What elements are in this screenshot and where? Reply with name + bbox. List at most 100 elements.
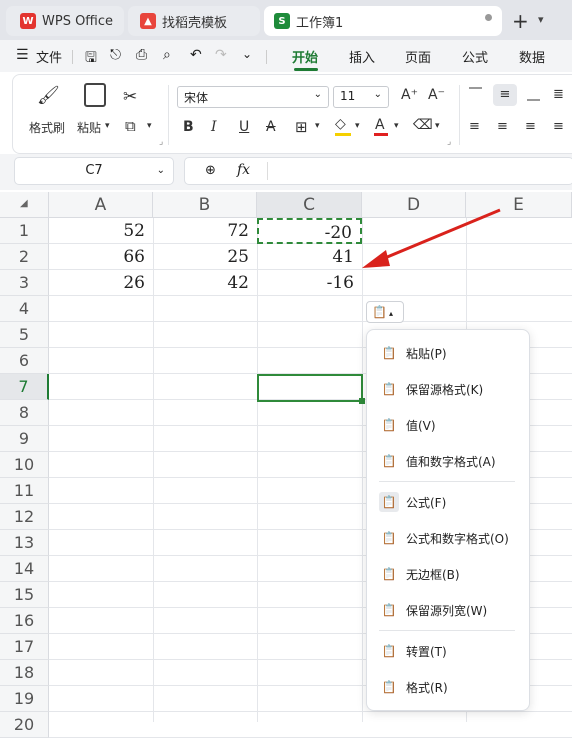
formula-input[interactable]: ⊕ fx [184,157,572,185]
strikethrough-icon[interactable]: A [266,119,276,135]
tab-list-chevron-icon[interactable]: ▾ [538,13,544,26]
tab-docer[interactable]: ▲ 找稻壳模板 [128,6,260,36]
chevron-down-icon: ⌄ [313,89,322,100]
tab-bar: W WPS Office ▲ 找稻壳模板 S 工作簿1 + ▾ [0,0,572,40]
font-color-swatch [374,133,388,136]
arrow-shaft [379,208,501,262]
menu-item-label: 无边框(B) [406,567,460,582]
borders-chevron-icon[interactable]: ▾ [315,121,320,131]
new-tab-plus-icon[interactable]: + [512,9,529,33]
undo-icon[interactable]: ↶ [190,47,202,63]
eraser-chevron-icon[interactable]: ▾ [435,121,440,131]
align-center-icon[interactable]: ≡ [497,119,508,134]
menu-item-label: 公式和数字格式(O) [406,531,509,546]
redo-icon[interactable]: ↷ [215,47,227,63]
paste-formula-icon: 📋 [379,492,399,512]
clipboard-dialog-icon[interactable]: ⌟ [159,137,163,147]
menu-item-values[interactable]: 📋 值(V) [367,410,531,440]
tab-wps-office[interactable]: W WPS Office [6,6,124,36]
tab-workbook[interactable]: S 工作簿1 [264,6,502,36]
print-preview-icon[interactable]: ⌕ [163,47,171,63]
values-number-format-icon: 📋 [381,454,397,468]
menu-separator [379,481,515,482]
menu-item-formula[interactable]: 📋 公式(F) [367,487,531,517]
menu-item-values-number-format[interactable]: 📋 值和数字格式(A) [367,446,531,476]
borders-icon[interactable]: ⊞ [295,118,308,136]
paste-label[interactable]: 粘贴 [77,119,101,136]
menu-item-label: 保留源列宽(W) [406,603,488,618]
justify-icon[interactable]: ≡ [553,119,564,134]
keep-column-width-icon: 📋 [381,603,397,617]
menu-item-format[interactable]: 📋 格式(R) [367,672,531,702]
align-more-icon[interactable]: ≣ [553,87,564,102]
zoom-icon[interactable]: ⊕ [205,163,216,178]
fx-icon[interactable]: fx [237,162,250,178]
menu-item-formula-number-format[interactable]: 📋 公式和数字格式(O) [367,523,531,553]
menu-item-label: 粘贴(P) [406,346,447,361]
bold-icon[interactable]: B [183,119,194,135]
font-color-icon[interactable]: A [375,117,385,133]
eraser-icon[interactable]: ⌫ [413,117,433,133]
copy-icon[interactable]: ⧉ [125,117,136,135]
font-dialog-icon[interactable]: ⌟ [447,137,451,147]
menu-item-keep-column-width[interactable]: 📋 保留源列宽(W) [367,595,531,625]
format-painter-label[interactable]: 格式刷 [29,119,65,136]
paste-icon[interactable] [84,83,106,107]
menu-item-label: 公式(F) [406,495,447,510]
increase-font-icon[interactable]: A⁺ [401,87,418,103]
formula-number-format-icon: 📋 [381,531,397,545]
menu-item-label: 保留源格式(K) [406,382,484,397]
font-size-select[interactable]: 11 ⌄ [333,86,389,108]
menu-item-no-borders[interactable]: 📋 无边框(B) [367,559,531,589]
format-painter-icon[interactable]: 🖌 [37,85,60,106]
font-name-select[interactable]: 宋体 ⌄ [177,86,329,108]
cell-reference: C7 [85,163,103,178]
menu-item-label: 格式(R) [406,680,448,695]
menu-page[interactable]: 页面 [405,47,431,66]
name-box[interactable]: C7 ⌄ [14,157,174,185]
font-size-value: 11 [340,89,356,103]
align-left-icon[interactable]: ≡ [469,119,480,134]
menu-formula[interactable]: 公式 [462,47,488,66]
paste-icon: 📋 [381,346,397,360]
more-chevron-icon[interactable]: ⌄ [242,47,252,61]
divider [168,85,169,145]
divider [267,162,268,180]
menu-item-label: 值和数字格式(A) [406,454,496,469]
menu-file[interactable]: 文件 [36,47,62,66]
font-name-value: 宋体 [184,91,209,105]
menu-data[interactable]: 数据 [519,47,545,66]
italic-icon[interactable]: I [211,119,217,135]
copy-chevron-icon[interactable]: ▾ [147,121,152,131]
save-icon[interactable]: 🖫 [85,47,97,71]
menu-insert[interactable]: 插入 [349,47,375,66]
align-top-icon[interactable]: ⎺ [469,87,482,102]
menu-home[interactable]: 开始 [292,47,318,66]
unsaved-dot-icon [485,14,492,21]
menu-item-transpose[interactable]: 📋 转置(T) [367,636,531,666]
hamburger-icon[interactable]: ☰ [16,47,29,63]
align-middle-icon[interactable]: ≡ [493,84,517,106]
cut-icon[interactable]: ✂ [123,87,137,107]
menu-separator [379,630,515,631]
fill-color-icon[interactable]: ◇ [335,116,346,132]
share-icon[interactable]: ⎋ [110,47,121,63]
underline-icon[interactable]: U [239,119,249,135]
menu-bar: ☰ 文件 🖫 ⎋ ⎙ ⌕ ↶ ↷ ⌄ 开始 插入 页面 公式 数据 [0,40,572,72]
decrease-font-icon[interactable]: A⁻ [428,87,445,103]
align-right-icon[interactable]: ≡ [525,119,536,134]
font-color-chevron-icon[interactable]: ▾ [394,121,399,131]
menu-item-keep-source-format[interactable]: 📋 保留源格式(K) [367,374,531,404]
paste-options-menu: 📋 粘贴(P) 📋 保留源格式(K) 📋 值(V) 📋 值和数字格式(A) 📋 公式(F)… [366,329,530,711]
paste-chevron-icon[interactable]: ▾ [105,121,110,131]
print-icon[interactable]: ⎙ [136,47,147,63]
keep-source-format-icon: 📋 [381,382,397,396]
menu-item-label: 值(V) [406,418,436,433]
divider [459,85,460,145]
paste-values-icon: 📋 [381,418,397,432]
fill-color-swatch [335,133,351,136]
fill-chevron-icon[interactable]: ▾ [355,121,360,131]
menu-item-paste[interactable]: 📋 粘贴(P) [367,338,531,368]
transpose-icon: 📋 [381,644,397,658]
align-bottom-icon[interactable]: ⎽ [527,87,540,102]
